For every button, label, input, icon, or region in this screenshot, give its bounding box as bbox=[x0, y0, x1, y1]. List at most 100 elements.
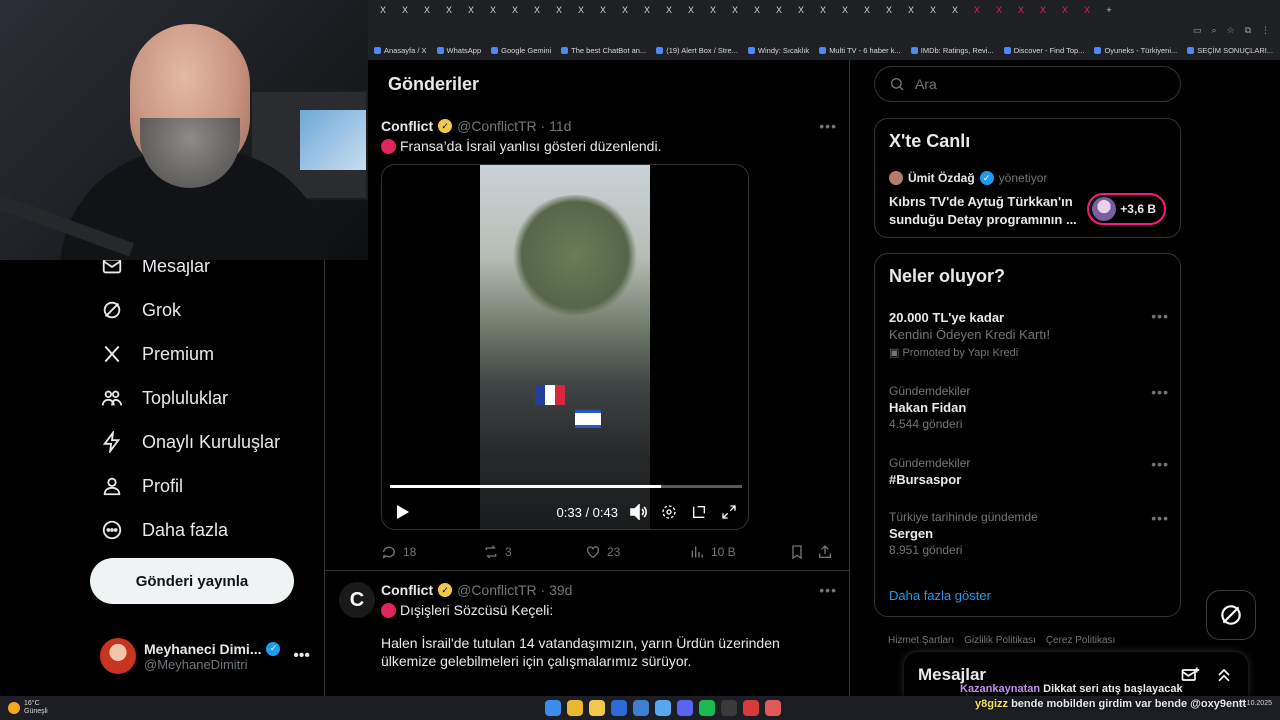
grok-button[interactable] bbox=[1206, 590, 1256, 640]
browser-tab[interactable]: X bbox=[614, 3, 636, 17]
browser-tab[interactable]: X bbox=[944, 3, 966, 17]
star-icon[interactable]: ☆ bbox=[1226, 25, 1234, 36]
browser-tab[interactable]: X bbox=[790, 3, 812, 17]
video-progress-bar[interactable] bbox=[390, 485, 742, 488]
video-player[interactable]: 0:33 / 0:43 bbox=[381, 164, 749, 530]
account-switcher[interactable]: Meyhaneci Dimi... ✓ @MeyhaneDimitri ••• bbox=[100, 634, 310, 678]
zoom-icon[interactable]: ⌕ bbox=[1211, 25, 1216, 36]
tweet[interactable]: Conflict ✓ @ConflictTR · 11d ••• Fransa’… bbox=[325, 118, 849, 568]
browser-tab[interactable]: X bbox=[548, 3, 570, 17]
promoted-trend[interactable]: 20.000 TL'ye kadar Kendini Ödeyen Kredi … bbox=[889, 308, 1169, 359]
bookmark-item[interactable]: Anasayfa / X bbox=[374, 46, 427, 55]
browser-tab[interactable]: X bbox=[988, 3, 1010, 17]
bookmark-item[interactable]: Windy: Sıcaklık bbox=[747, 46, 809, 55]
more-icon[interactable]: ••• bbox=[819, 582, 837, 598]
bookmark-item[interactable]: Multi TV - 6 haber k... bbox=[819, 46, 901, 55]
nav-more[interactable]: Daha fazla bbox=[100, 518, 228, 542]
browser-tab[interactable]: X bbox=[372, 3, 394, 17]
bookmark-item[interactable]: IMDb: Ratings, Revi... bbox=[910, 46, 994, 55]
bookmark-item[interactable]: Google Gemini bbox=[491, 46, 551, 55]
tweet-handle[interactable]: @ConflictTR · 39d bbox=[457, 582, 572, 598]
more-icon[interactable]: ••• bbox=[1151, 308, 1169, 324]
tweet-author[interactable]: Conflict bbox=[381, 582, 433, 598]
share-button[interactable] bbox=[817, 544, 833, 560]
browser-tab[interactable]: X bbox=[922, 3, 944, 17]
browser-tab[interactable]: X bbox=[856, 3, 878, 17]
post-button[interactable]: Gönderi yayınla bbox=[90, 558, 294, 604]
play-icon[interactable] bbox=[394, 503, 412, 521]
browser-tab[interactable]: X bbox=[504, 3, 526, 17]
footer-link[interactable]: Gizlilik Politikası bbox=[964, 635, 1036, 646]
settings-gear-icon[interactable] bbox=[660, 503, 678, 521]
extensions-icon[interactable]: ⧉ bbox=[1245, 25, 1251, 36]
trend-item[interactable]: Türkiye tarihinde gündemde Sergen 8.951 … bbox=[889, 510, 1169, 557]
browser-tab[interactable]: X bbox=[416, 3, 438, 17]
chrome-icon[interactable] bbox=[567, 700, 583, 716]
bookmark-item[interactable]: SEÇİM SONUÇLARI... bbox=[1187, 46, 1273, 55]
volume-icon[interactable] bbox=[630, 503, 648, 521]
cast-icon[interactable]: ▭ bbox=[1193, 25, 1202, 36]
browser-tab[interactable]: X bbox=[702, 3, 724, 17]
bookmark-item[interactable]: WhatsApp bbox=[436, 46, 481, 55]
browser-tab[interactable]: X bbox=[724, 3, 746, 17]
windows-start-icon[interactable] bbox=[545, 700, 561, 716]
reply-button[interactable]: 18 bbox=[381, 544, 483, 560]
bookmark-button[interactable] bbox=[789, 544, 817, 560]
browser-tab[interactable]: X bbox=[1076, 3, 1098, 17]
like-button[interactable]: 23 bbox=[585, 544, 689, 560]
app-icon[interactable] bbox=[611, 700, 627, 716]
bookmark-item[interactable]: (19) Alert Box / Stre... bbox=[656, 46, 738, 55]
browser-tab[interactable]: X bbox=[438, 3, 460, 17]
app-icon[interactable] bbox=[721, 700, 737, 716]
steam-icon[interactable] bbox=[633, 700, 649, 716]
show-more-link[interactable]: Daha fazla göster bbox=[889, 588, 991, 603]
bookmark-item[interactable]: Discover - Find Top... bbox=[1003, 46, 1084, 55]
nav-profile[interactable]: Profil bbox=[100, 474, 183, 498]
nav-communities[interactable]: Topluluklar bbox=[100, 386, 228, 410]
more-icon[interactable]: ••• bbox=[1151, 510, 1169, 526]
tweet-author[interactable]: Conflict bbox=[381, 118, 433, 134]
pip-icon[interactable] bbox=[690, 503, 708, 521]
live-stream-title[interactable]: Kıbrıs TV'de Aytuğ Türkkan'ın sunduğu De… bbox=[889, 193, 1089, 229]
browser-tab[interactable]: X bbox=[1010, 3, 1032, 17]
tweet[interactable]: Conflict ✓ @ConflictTR · 39d ••• Dışişle… bbox=[325, 582, 849, 696]
browser-tab[interactable]: X bbox=[394, 3, 416, 17]
live-host[interactable]: Ümit Özdağ ✓ yönetiyor bbox=[889, 171, 1047, 185]
browser-tab[interactable]: X bbox=[658, 3, 680, 17]
browser-tab[interactable]: X bbox=[900, 3, 922, 17]
retweet-button[interactable]: 3 bbox=[483, 544, 585, 560]
weather-widget[interactable]: 16°C Güneşli bbox=[0, 700, 48, 716]
browser-tab[interactable]: X bbox=[460, 3, 482, 17]
obs-icon[interactable] bbox=[743, 700, 759, 716]
browser-tab[interactable]: X bbox=[1054, 3, 1076, 17]
new-tab-button[interactable]: + bbox=[1098, 3, 1120, 17]
more-icon[interactable]: ••• bbox=[1151, 456, 1169, 472]
nav-grok[interactable]: Grok bbox=[100, 298, 181, 322]
nav-premium[interactable]: Premium bbox=[100, 342, 214, 366]
browser-tab[interactable]: X bbox=[768, 3, 790, 17]
browser-tab[interactable]: X bbox=[592, 3, 614, 17]
app-icon[interactable] bbox=[765, 700, 781, 716]
spotify-icon[interactable] bbox=[699, 700, 715, 716]
bookmark-item[interactable]: Oyuneks - Türkiyeni... bbox=[1094, 46, 1177, 55]
search-input[interactable]: Ara bbox=[874, 66, 1181, 102]
browser-tab[interactable]: X bbox=[526, 3, 548, 17]
footer-link[interactable]: Hizmet Şartları bbox=[888, 635, 954, 646]
more-icon[interactable]: ••• bbox=[819, 118, 837, 134]
browser-tab[interactable]: X bbox=[1032, 3, 1054, 17]
trend-item[interactable]: Gündemdekiler Hakan Fidan 4.544 gönderi … bbox=[889, 384, 1169, 431]
nav-verified-orgs[interactable]: Onaylı Kuruluşlar bbox=[100, 430, 280, 454]
browser-tab[interactable]: X bbox=[966, 3, 988, 17]
browser-tab[interactable]: X bbox=[746, 3, 768, 17]
browser-tab[interactable]: X bbox=[680, 3, 702, 17]
browser-tab[interactable]: X bbox=[834, 3, 856, 17]
discord-icon[interactable] bbox=[677, 700, 693, 716]
more-icon[interactable]: ••• bbox=[1151, 384, 1169, 400]
app-icon[interactable] bbox=[655, 700, 671, 716]
views-button[interactable]: 10 B bbox=[689, 544, 789, 560]
trend-item[interactable]: Gündemdekiler #Bursaspor ••• bbox=[889, 456, 1169, 489]
fullscreen-icon[interactable] bbox=[720, 503, 738, 521]
browser-tab[interactable]: X bbox=[570, 3, 592, 17]
browser-tab[interactable]: X bbox=[878, 3, 900, 17]
folder-icon[interactable] bbox=[589, 700, 605, 716]
